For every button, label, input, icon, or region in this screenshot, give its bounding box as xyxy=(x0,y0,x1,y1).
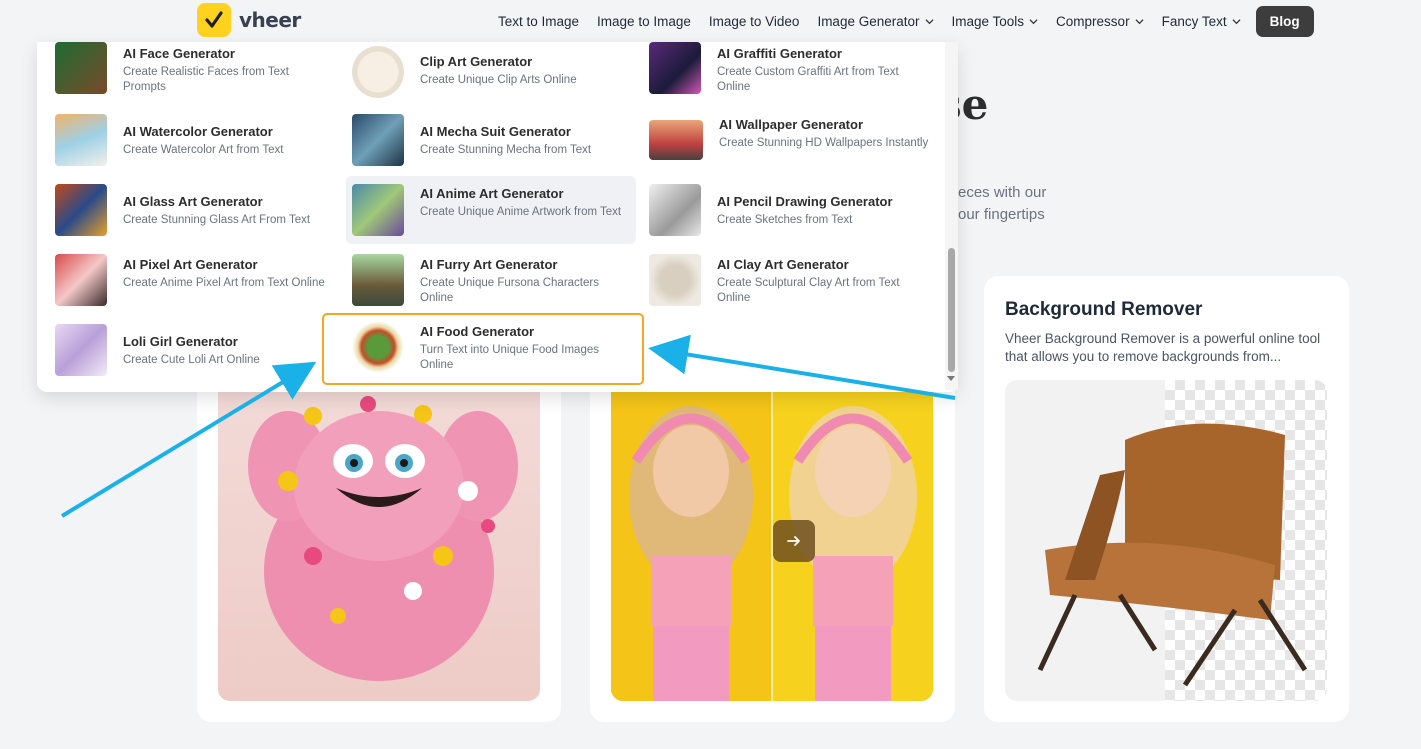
item-desc: Create Watercolor Art from Text xyxy=(123,144,284,156)
logo-check-icon xyxy=(197,3,231,37)
food-thumbnail xyxy=(352,321,404,373)
compare-arrow-button[interactable] xyxy=(773,520,815,562)
item-desc: Create Anime Pixel Art from Text Online xyxy=(123,277,325,289)
loli-girl-thumbnail xyxy=(55,324,107,376)
nav-image-to-video[interactable]: Image to Video xyxy=(709,14,800,29)
dropdown-item-ai-watercolor-generator[interactable]: AI Watercolor Generator Create Watercolor… xyxy=(55,114,335,170)
furry-art-thumbnail xyxy=(352,254,404,306)
hero-subtitle: eces with our our fingertips xyxy=(958,182,1046,226)
item-title: AI Watercolor Generator xyxy=(123,124,273,139)
item-desc: Create Realistic Faces from Text Prompts xyxy=(123,66,289,93)
item-title: AI Face Generator xyxy=(123,46,235,61)
monster-image xyxy=(218,376,540,701)
watercolor-thumbnail xyxy=(55,114,107,166)
graffiti-thumbnail xyxy=(649,42,701,94)
dropdown-item-ai-pencil-drawing-generator[interactable]: AI Pencil Drawing Generator Create Sketch… xyxy=(649,184,939,240)
item-desc: Create Sketches from Text xyxy=(717,214,853,226)
item-desc: Create Stunning HD Wallpapers Instantly xyxy=(719,137,929,149)
wallpaper-thumbnail xyxy=(649,120,703,160)
arrow-right-icon xyxy=(787,536,800,546)
item-title: AI Furry Art Generator xyxy=(420,257,558,272)
tool-card-background-remover[interactable]: Background Remover Vheer Background Remo… xyxy=(984,276,1349,722)
item-title: AI Pencil Drawing Generator xyxy=(717,194,893,209)
item-title: AI Wallpaper Generator xyxy=(719,117,863,132)
top-header: vheer Text to Image Image to Image Image… xyxy=(0,0,1421,42)
dropdown-item-ai-graffiti-generator[interactable]: AI Graffiti Generator Create Custom Graff… xyxy=(649,42,939,98)
blog-button[interactable]: Blog xyxy=(1255,5,1314,37)
item-desc: Create Unique Anime Artwork from Text xyxy=(420,206,622,218)
item-desc: Create Custom Graffiti Art from Text Onl… xyxy=(717,66,899,93)
card-description: Vheer Background Remover is a powerful o… xyxy=(1005,331,1321,364)
dropdown-item-loli-girl-generator[interactable]: Loli Girl Generator Create Cute Loli Art … xyxy=(55,324,335,380)
chevron-down-icon xyxy=(924,18,934,24)
nav-text-to-image[interactable]: Text to Image xyxy=(498,14,579,29)
item-desc: Create Unique Clip Arts Online xyxy=(420,74,577,86)
nav-compressor[interactable]: Compressor xyxy=(1056,14,1144,29)
dropdown-item-ai-food-generator[interactable]: AI Food Generator Turn Text into Unique F… xyxy=(322,313,644,385)
item-title: AI Food Generator xyxy=(420,324,535,339)
nav-image-generator[interactable]: Image Generator xyxy=(817,14,934,29)
chevron-down-icon xyxy=(1232,18,1241,24)
pencil-drawing-thumbnail xyxy=(649,184,701,236)
image-generator-dropdown: AI Face Generator Create Realistic Faces … xyxy=(37,42,958,392)
item-title: AI Pixel Art Generator xyxy=(123,257,258,272)
brand-name: vheer xyxy=(239,8,301,32)
item-desc: Turn Text into Unique Food Images Online xyxy=(420,344,599,371)
item-desc: Create Sculptural Clay Art from Text Onl… xyxy=(717,277,900,304)
chevron-down-icon xyxy=(1029,18,1038,24)
dropdown-item-ai-anime-art-generator[interactable]: AI Anime Art Generator Create Unique Anim… xyxy=(346,176,636,244)
nav-image-tools[interactable]: Image Tools xyxy=(952,14,1039,29)
dropdown-item-ai-pixel-art-generator[interactable]: AI Pixel Art Generator Create Anime Pixel… xyxy=(55,254,335,310)
scroll-down-arrow-icon[interactable] xyxy=(947,376,955,381)
clip-art-thumbnail xyxy=(352,46,404,98)
item-title: AI Mecha Suit Generator xyxy=(420,124,571,139)
anime-thumbnail xyxy=(352,184,404,236)
card-title: Background Remover xyxy=(1005,299,1203,320)
dropdown-item-ai-glass-art-generator[interactable]: AI Glass Art Generator Create Stunning Gl… xyxy=(55,184,335,240)
item-title: Loli Girl Generator xyxy=(123,334,238,349)
pixel-art-thumbnail xyxy=(55,254,107,306)
item-title: AI Glass Art Generator xyxy=(123,194,263,209)
chair-image xyxy=(1005,380,1327,701)
mecha-thumbnail xyxy=(352,114,404,166)
item-desc: Create Unique Fursona Characters Online xyxy=(420,277,599,304)
item-desc: Create Stunning Mecha from Text xyxy=(420,144,592,156)
dropdown-item-clip-art-generator[interactable]: Clip Art Generator Create Unique Clip Art… xyxy=(352,46,632,102)
item-desc: Create Stunning Glass Art From Text xyxy=(123,214,311,226)
item-title: Clip Art Generator xyxy=(420,54,533,69)
item-title: AI Anime Art Generator xyxy=(420,186,564,201)
dropdown-item-ai-clay-art-generator[interactable]: AI Clay Art Generator Create Sculptural C… xyxy=(649,254,939,310)
clay-art-thumbnail xyxy=(649,254,701,306)
chevron-down-icon xyxy=(1135,18,1144,24)
scrollbar-thumb[interactable] xyxy=(948,248,955,372)
hero-subtitle-line2: our fingertips xyxy=(958,206,1045,223)
dropdown-item-ai-mecha-suit-generator[interactable]: AI Mecha Suit Generator Create Stunning M… xyxy=(352,114,632,170)
dropdown-scrollbar[interactable] xyxy=(945,42,958,390)
nav-image-to-image[interactable]: Image to Image xyxy=(597,14,691,29)
item-title: AI Clay Art Generator xyxy=(717,257,849,272)
dropdown-item-ai-furry-art-generator[interactable]: AI Furry Art Generator Create Unique Furs… xyxy=(352,254,632,310)
hero-subtitle-line1: eces with our xyxy=(958,184,1047,201)
dropdown-item-ai-face-generator[interactable]: AI Face Generator Create Realistic Faces … xyxy=(55,42,335,98)
nav-fancy-text[interactable]: Fancy Text xyxy=(1162,14,1241,29)
dropdown-item-ai-wallpaper-generator[interactable]: AI Wallpaper Generator Create Stunning HD… xyxy=(649,114,939,170)
glass-art-thumbnail xyxy=(55,184,107,236)
face-thumbnail xyxy=(55,42,107,94)
vheer-logo[interactable]: vheer xyxy=(197,3,301,37)
item-desc: Create Cute Loli Art Online xyxy=(123,354,260,366)
main-nav: Text to Image Image to Image Image to Vi… xyxy=(498,5,1314,37)
item-title: AI Graffiti Generator xyxy=(717,46,842,61)
before-after-image xyxy=(611,376,933,701)
